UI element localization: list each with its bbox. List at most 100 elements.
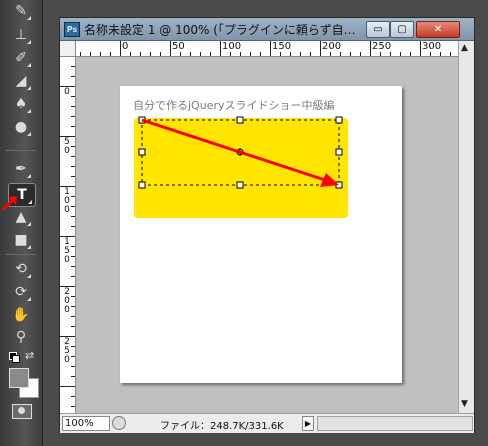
ruler-tick: [150, 52, 151, 56]
ruler-tick: [71, 156, 75, 157]
ruler-tick: [340, 52, 341, 56]
red-annotation-line: [141, 118, 329, 183]
document-titlebar[interactable]: Ps 名称未設定 1 @ 100% (「プラグインに頼らず自… ▭ ▢ ✕: [60, 18, 474, 41]
ruler-tick: [60, 286, 75, 287]
ruler-tick: [130, 52, 131, 56]
ruler-top-label: 150: [272, 41, 292, 52]
ruler-tick: [71, 356, 75, 357]
ruler-tick: [71, 96, 75, 97]
ruler-tick: [220, 41, 221, 56]
tools-panel: ✎ ⊥ ✐ ◢ ♠ ● ✒ T ▲ ■ ⟲ ⟳ ✋ ⚲ ⇄: [0, 0, 43, 446]
horizontal-scrollbar[interactable]: [317, 416, 473, 431]
ruler-tick: [71, 126, 75, 127]
ruler-tick: [71, 176, 75, 177]
brush-tool-icon[interactable]: ✎: [8, 0, 34, 22]
zoom-tool-icon[interactable]: ⚲: [8, 326, 34, 348]
paint-bucket-icon[interactable]: ♠: [8, 93, 34, 115]
maximize-button[interactable]: ▢: [390, 21, 414, 38]
tool-separator: [6, 254, 36, 255]
zoom-level-field[interactable]: 100%: [62, 416, 110, 431]
status-bar: 100% ファイル：248.7K/331.6K ▶: [60, 413, 474, 433]
ruler-tick: [370, 41, 371, 56]
scroll-down-icon[interactable]: ▼: [461, 399, 468, 409]
ruler-tick: [71, 276, 75, 277]
vertical-ruler[interactable]: 0 5 0 1 0 0 1 5 0 2 0 0 2 5 0: [60, 57, 76, 413]
ruler-tick: [350, 52, 351, 56]
horizontal-ruler[interactable]: 0 50 100 150 200 250 300: [76, 41, 458, 57]
ruler-tick: [71, 316, 75, 317]
ruler-tick: [100, 52, 101, 56]
vertical-scrollbar[interactable]: ▲ ▼: [458, 41, 474, 413]
ruler-tick: [210, 52, 211, 56]
ruler-tick: [71, 396, 75, 397]
blur-tool-icon[interactable]: ●: [8, 116, 34, 138]
ruler-tick: [90, 52, 91, 56]
ruler-tick: [110, 52, 111, 56]
swap-colors-icon[interactable]: ⇄: [25, 349, 34, 362]
ruler-tick: [71, 106, 75, 107]
ruler-tick: [240, 52, 241, 56]
rotate-3d-icon[interactable]: ⟲: [8, 258, 34, 280]
transform-handle-middle-left: [138, 148, 146, 156]
document-window: Ps 名称未設定 1 @ 100% (「プラグインに頼らず自… ▭ ▢ ✕ 0 5…: [59, 17, 475, 433]
ruler-tick: [71, 226, 75, 227]
ruler-tick: [160, 52, 161, 56]
ruler-tick: [80, 52, 81, 56]
ruler-tick: [450, 52, 451, 56]
ruler-top-label: 200: [322, 41, 342, 52]
ruler-tick: [71, 296, 75, 297]
close-button[interactable]: ✕: [416, 21, 460, 38]
ruler-tick: [60, 186, 75, 187]
ruler-tick: [71, 406, 75, 407]
ruler-left-label: 1 0 0: [64, 187, 70, 215]
ruler-tick: [60, 86, 75, 87]
foreground-color-swatch[interactable]: [9, 368, 29, 388]
ruler-tick: [310, 52, 311, 56]
ruler-tick: [260, 52, 261, 56]
ruler-tick: [420, 41, 421, 56]
ruler-tick: [440, 52, 441, 56]
quick-mask-icon[interactable]: [12, 404, 32, 419]
ruler-tick: [60, 386, 75, 387]
transform-selection[interactable]: [120, 86, 402, 383]
photoshop-workspace: ✎ ⊥ ✐ ◢ ♠ ● ✒ T ▲ ■ ⟲ ⟳ ✋ ⚲ ⇄ Ps 名称未設定 1…: [0, 0, 488, 446]
ruler-tick: [200, 52, 201, 56]
document-canvas[interactable]: 自分で作るjQueryスライドショー中級編: [120, 86, 402, 383]
ruler-tick: [270, 41, 271, 56]
orbit-3d-icon[interactable]: ⟳: [8, 281, 34, 303]
rectangle-tool-icon[interactable]: ■: [8, 229, 34, 251]
canvas-pasteboard[interactable]: 自分で作るjQueryスライドショー中級編: [76, 57, 458, 413]
ruler-top-label: 250: [372, 41, 392, 52]
ruler-tick: [140, 52, 141, 56]
ruler-left-label: 2 5 0: [64, 337, 70, 365]
ruler-tick: [360, 52, 361, 56]
ruler-tick: [320, 41, 321, 56]
default-colors-icon[interactable]: [9, 352, 20, 363]
history-brush-icon[interactable]: ✐: [8, 47, 34, 69]
ruler-tick: [71, 196, 75, 197]
ruler-tick: [71, 376, 75, 377]
hand-tool-icon[interactable]: ✋: [8, 304, 34, 326]
ruler-tick: [71, 66, 75, 67]
ruler-tick: [71, 166, 75, 167]
ruler-tick: [170, 41, 171, 56]
ruler-tick: [71, 206, 75, 207]
ruler-top-label: 300: [422, 41, 442, 52]
ruler-tick: [60, 336, 75, 337]
pen-tool-icon[interactable]: ✒: [8, 158, 34, 180]
ruler-tick: [190, 52, 191, 56]
ruler-tick: [71, 256, 75, 257]
ruler-top-label: 0: [122, 41, 129, 52]
ruler-origin[interactable]: [60, 41, 76, 57]
ruler-tick: [71, 366, 75, 367]
ruler-tick: [280, 52, 281, 56]
ruler-top-label: 100: [222, 41, 242, 52]
status-menu-button[interactable]: ▶: [302, 416, 314, 431]
ruler-tick: [250, 52, 251, 56]
status-info-icon[interactable]: [112, 416, 126, 430]
scroll-up-icon[interactable]: ▲: [461, 43, 468, 53]
minimize-button[interactable]: ▭: [366, 21, 390, 38]
ruler-left-label: 1 5 0: [64, 237, 70, 265]
stamp-tool-icon[interactable]: ⊥: [8, 24, 34, 46]
eraser-tool-icon[interactable]: ◢: [8, 70, 34, 92]
